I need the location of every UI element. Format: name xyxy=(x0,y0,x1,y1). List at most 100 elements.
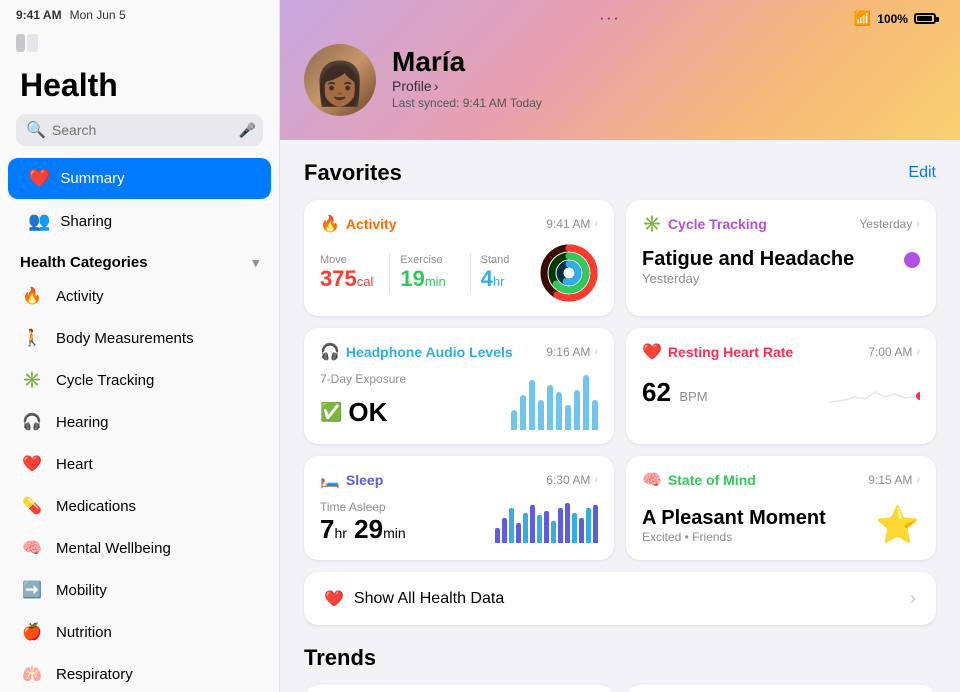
sidebar-toggle-button[interactable] xyxy=(16,34,38,55)
sleep-bar xyxy=(537,515,542,543)
top-bar-main: ● ● ● 📶 100% xyxy=(280,10,960,27)
date-display: Mon Jun 5 xyxy=(70,8,126,22)
headphone-card[interactable]: 🎧 Headphone Audio Levels 9:16 AM › 7-Day… xyxy=(304,328,614,444)
profile-link-text: Profile xyxy=(392,78,432,94)
cycle-tracking-card[interactable]: ✳️ Cycle Tracking Yesterday › Fatigue an… xyxy=(626,200,936,316)
profile-info: María Profile › Last synced: 9:41 AM Tod… xyxy=(392,46,542,110)
battery-icon xyxy=(914,13,936,24)
activity-icon: 🔥 xyxy=(20,284,44,308)
show-all-chevron-icon: › xyxy=(910,588,916,609)
bpm-display: 62 BPM xyxy=(642,377,708,408)
chevron-right-icon: › xyxy=(434,78,439,94)
mind-title-row: 🧠 State of Mind xyxy=(642,470,756,490)
wifi-icon: 📶 xyxy=(854,10,871,27)
profile-header: ● ● ● 📶 100% 👩🏾 María Profile › Last syn… xyxy=(280,0,960,140)
sidebar-item-summary[interactable]: ❤️ Summary xyxy=(8,158,271,199)
sleep-bar xyxy=(516,523,521,543)
hearing-icon: 🎧 xyxy=(20,410,44,434)
body-measurements-label: Body Measurements xyxy=(56,330,194,347)
bar xyxy=(511,410,517,430)
mind-moment: A Pleasant Moment xyxy=(642,507,826,530)
sleep-card[interactable]: 🛏️ Sleep 6:30 AM › Time Asleep 7hr 29min xyxy=(304,456,614,560)
heart-rate-icon: ❤️ xyxy=(642,342,662,362)
mobility-label: Mobility xyxy=(56,582,107,599)
audio-bar-chart xyxy=(511,390,598,430)
headphone-title-row: 🎧 Headphone Audio Levels xyxy=(320,342,513,362)
sidebar: 9:41 AM Mon Jun 5 Health 🔍 🎤 ❤️ Summary … xyxy=(0,0,280,692)
activity-flame-icon: 🔥 xyxy=(320,214,340,234)
sleep-bar-chart xyxy=(495,503,598,543)
bpm-unit: BPM xyxy=(679,389,707,404)
categories-header: Health Categories ▾ xyxy=(0,244,279,275)
sleep-bar xyxy=(502,518,507,543)
medications-label: Medications xyxy=(56,498,136,515)
main-content: ● ● ● 📶 100% 👩🏾 María Profile › Last syn… xyxy=(280,0,960,692)
sleep-bar xyxy=(586,508,591,543)
headphone-card-title: Headphone Audio Levels xyxy=(346,344,513,360)
activity-card[interactable]: 🔥 Activity 9:41 AM › Move 375cal xyxy=(304,200,614,316)
search-icon: 🔍 xyxy=(26,120,46,140)
activity-label: Activity xyxy=(56,288,104,305)
sidebar-item-sharing[interactable]: 👥 Sharing xyxy=(8,201,271,242)
exercise-minutes-trend[interactable]: 🔥 Exercise Minutes › xyxy=(304,685,614,692)
checkmark-icon: ✅ xyxy=(320,402,342,423)
min-unit: min xyxy=(383,525,406,541)
sleep-card-header: 🛏️ Sleep 6:30 AM › xyxy=(320,470,598,490)
edit-button[interactable]: Edit xyxy=(908,164,936,182)
activity-title-row: 🔥 Activity xyxy=(320,214,397,234)
sidebar-item-respiratory[interactable]: 🫁 Respiratory xyxy=(0,653,279,692)
sleep-bar xyxy=(523,513,528,543)
avatar: 👩🏾 xyxy=(304,44,376,116)
cycle-when: Yesterday xyxy=(642,271,854,286)
sleep-bar xyxy=(551,521,556,543)
sidebar-item-mobility[interactable]: ➡️ Mobility xyxy=(0,569,279,611)
search-input[interactable] xyxy=(52,122,233,138)
sleep-chevron-icon: › xyxy=(594,474,598,486)
show-all-left: ❤️ Show All Health Data xyxy=(324,589,504,609)
profile-link-button[interactable]: Profile › xyxy=(392,78,542,94)
sidebar-item-mental-wellbeing[interactable]: 🧠 Mental Wellbeing xyxy=(0,527,279,569)
respiratory-label: Respiratory xyxy=(56,666,133,683)
sync-status: Last synced: 9:41 AM Today xyxy=(392,96,542,110)
chevron-down-icon[interactable]: ▾ xyxy=(252,255,259,271)
sidebar-item-medications[interactable]: 💊 Medications xyxy=(0,485,279,527)
heart-rate-chevron-icon: › xyxy=(916,346,920,358)
exercise-value: 19min xyxy=(400,266,459,292)
time-display: 9:41 AM xyxy=(16,8,62,22)
microphone-icon[interactable]: 🎤 xyxy=(239,122,256,139)
state-of-mind-card[interactable]: 🧠 State of Mind 9:15 AM › A Pleasant Mom… xyxy=(626,456,936,560)
sidebar-item-heart[interactable]: ❤️ Heart xyxy=(0,443,279,485)
cycle-card-header: ✳️ Cycle Tracking Yesterday › xyxy=(642,214,920,234)
app-title: Health xyxy=(0,59,279,114)
bar xyxy=(583,375,589,430)
walking-heart-rate-trend[interactable]: ❤️ Walking Heart Rate Average › xyxy=(626,685,936,692)
activity-card-title: Activity xyxy=(346,216,397,232)
move-stat: Move 375cal xyxy=(320,254,379,292)
show-all-health-row[interactable]: ❤️ Show All Health Data › xyxy=(304,572,936,625)
mind-card-title: State of Mind xyxy=(668,472,756,488)
trends-header: Trends xyxy=(304,645,936,671)
sidebar-item-hearing[interactable]: 🎧 Hearing xyxy=(0,401,279,443)
sidebar-item-cycle-tracking[interactable]: ✳️ Cycle Tracking xyxy=(0,359,279,401)
move-unit: cal xyxy=(357,274,374,289)
body-measurements-icon: 🚶 xyxy=(20,326,44,350)
sidebar-item-activity[interactable]: 🔥 Activity xyxy=(0,275,279,317)
ellipsis-menu[interactable]: ● ● ● xyxy=(600,16,617,22)
sidebar-item-nutrition[interactable]: 🍎 Nutrition xyxy=(0,611,279,653)
sidebar-item-body-measurements[interactable]: 🚶 Body Measurements xyxy=(0,317,279,359)
search-bar[interactable]: 🔍 🎤 xyxy=(16,114,263,146)
star-icon: ⭐ xyxy=(875,504,920,546)
mental-wellbeing-label: Mental Wellbeing xyxy=(56,540,171,557)
heart-rate-card-time: 7:00 AM › xyxy=(868,345,920,359)
trends-title: Trends xyxy=(304,645,376,671)
cycle-chevron-icon: › xyxy=(916,218,920,230)
show-all-label: Show All Health Data xyxy=(354,590,504,608)
sleep-bar xyxy=(530,505,535,543)
bar xyxy=(574,390,580,430)
sleep-bar xyxy=(509,508,514,543)
mind-chevron-icon: › xyxy=(916,474,920,486)
sleep-bar xyxy=(558,508,563,543)
activity-stats: Move 375cal Exercise 19min Sta xyxy=(320,244,598,302)
heart-rate-card[interactable]: ❤️ Resting Heart Rate 7:00 AM › 62 BPM xyxy=(626,328,936,444)
ok-text: OK xyxy=(348,397,387,428)
